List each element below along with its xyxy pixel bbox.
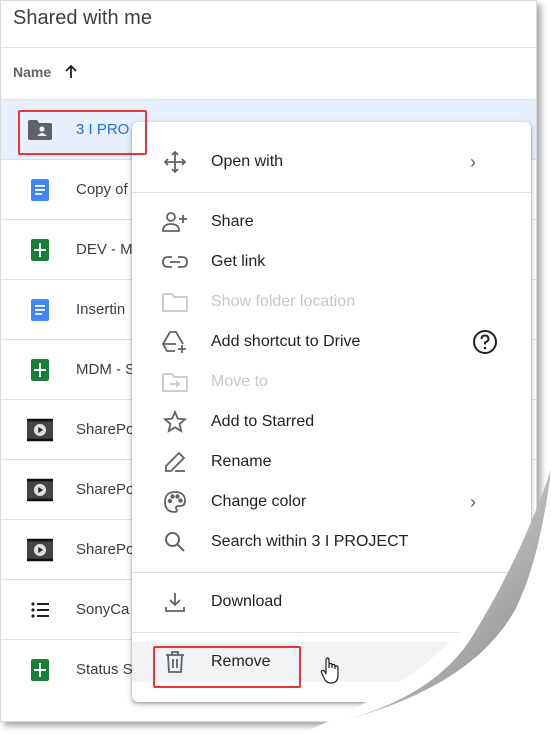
page-curl bbox=[300, 470, 551, 734]
